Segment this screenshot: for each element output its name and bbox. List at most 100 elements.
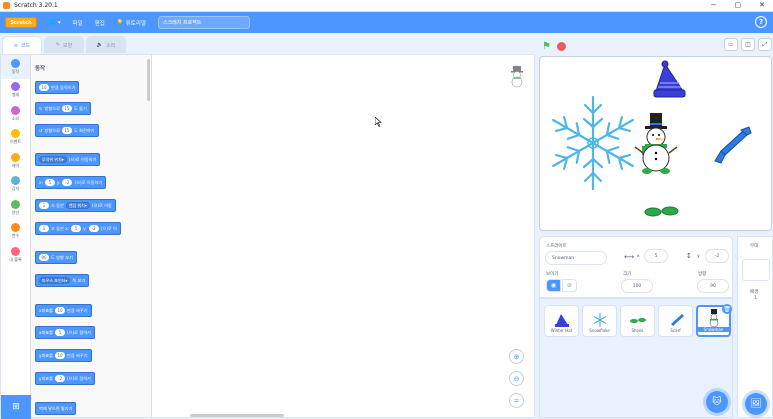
direction-input[interactable]: 90 xyxy=(697,279,729,293)
zoom-out-button[interactable]: ⊖ xyxy=(509,371,524,386)
block-set-y[interactable]: y좌표를 -2 (으)로 정하기 xyxy=(35,372,95,385)
brush-icon: ✎ xyxy=(55,42,60,48)
small-stage-button[interactable]: ▭ xyxy=(724,38,738,51)
close-button[interactable]: ✕ xyxy=(759,1,765,9)
category-dot xyxy=(11,176,20,186)
block-glide-to[interactable]: 1초 동안 랜덤 위치 ▾ (으)로 이동 xyxy=(35,199,116,212)
goto-target-dropdown[interactable]: 무작위 위치 ▾ xyxy=(39,156,67,163)
block-move-steps[interactable]: 10 만큼 움직이기 xyxy=(35,81,80,94)
language-menu[interactable]: 🌐 ▾ xyxy=(49,20,61,26)
y-set-input[interactable]: -2 xyxy=(55,375,66,382)
block-set-x[interactable]: x좌표를 5 (으)로 정하기 xyxy=(35,326,95,339)
sprite-info-panel: 스프라이트 Snowman ⟷ x 5 ↕ y -2 보이기 ◉ ⊘ 크기 10… xyxy=(539,236,733,298)
glide-target-dropdown[interactable]: 랜덤 위치 ▾ xyxy=(65,202,90,209)
sprite-tile-snowflake[interactable]: Snowflake xyxy=(582,305,617,337)
x-input[interactable]: 5 xyxy=(44,179,55,186)
sprite-tile-winter-hat[interactable]: Winter Hat xyxy=(544,305,579,337)
category-dot xyxy=(11,223,20,233)
zoom-reset-button[interactable]: = xyxy=(509,393,524,408)
script-area[interactable]: ⊕ ⊖ = xyxy=(153,55,536,417)
category-events[interactable]: 이벤트 xyxy=(1,126,30,150)
edit-menu[interactable]: 편집 xyxy=(95,19,105,27)
menu-bar: Scratch 🌐 ▾ 파일 편집 💡 튜토리얼 스크래치 프로젝트 ? xyxy=(0,12,773,33)
category-motion[interactable]: 동작 xyxy=(1,55,30,79)
snowman-thumb-icon xyxy=(709,309,718,327)
block-turn-right[interactable]: ↻ 방향으로 15 도 돌기 xyxy=(35,102,91,115)
category-sound[interactable]: 소리 xyxy=(1,102,30,126)
tutorials-menu[interactable]: 💡 튜토리얼 xyxy=(117,19,146,27)
y-position-input[interactable]: -2 xyxy=(705,249,729,263)
hide-sprite-button[interactable]: ⊘ xyxy=(562,279,577,292)
sprite-tile-snowman[interactable]: 🗑 Snowman xyxy=(696,304,732,337)
x-label: x xyxy=(637,254,640,259)
stage-canvas[interactable] xyxy=(539,56,772,231)
x-position-input[interactable]: 5 xyxy=(644,249,668,263)
tab-sounds[interactable]: 🔈 소리 xyxy=(86,36,126,53)
equals-icon: = xyxy=(513,396,520,405)
category-dot xyxy=(11,199,20,209)
add-extension-button[interactable]: ⊞ xyxy=(1,395,31,419)
degrees-input[interactable]: 15 xyxy=(61,127,72,134)
category-operators[interactable]: 연산 xyxy=(1,196,30,220)
fullscreen-button[interactable]: ⤢ xyxy=(758,38,772,51)
seconds-input[interactable]: 1 xyxy=(39,225,49,232)
x-set-input[interactable]: 5 xyxy=(55,329,66,336)
snowflake-thumb-icon xyxy=(593,313,606,327)
minimize-button[interactable]: − xyxy=(711,1,717,9)
category-dot xyxy=(11,152,20,162)
block-go-to-xy[interactable]: x: 5 y: -2 (으)로 이동하기 xyxy=(35,176,107,189)
direction-input[interactable]: 90 xyxy=(39,254,49,261)
sprite-name-input[interactable]: Snowman xyxy=(545,251,607,265)
file-menu[interactable]: 파일 xyxy=(73,19,83,27)
delete-sprite-button[interactable]: 🗑 xyxy=(722,304,732,314)
block-turn-left[interactable]: ↺ 방향으로 15 도 회전하기 xyxy=(35,124,99,137)
category-variables[interactable]: 변수 xyxy=(1,220,30,244)
add-sprite-button[interactable]: 🐱 xyxy=(706,391,728,413)
show-sprite-button[interactable]: ◉ xyxy=(546,279,561,292)
degrees-input[interactable]: 15 xyxy=(61,105,72,112)
block-go-to[interactable]: 무작위 위치 ▾ (으)로 이동하기 xyxy=(35,153,101,166)
towards-dropdown[interactable]: 마우스 포인터 ▾ xyxy=(39,277,71,284)
help-icon[interactable]: ? xyxy=(755,16,767,28)
block-point-direction[interactable]: 90 도 방향 보기 xyxy=(35,251,77,264)
y-input[interactable]: -2 xyxy=(88,225,99,232)
large-stage-button[interactable]: ◫ xyxy=(741,38,755,51)
y-change-input[interactable]: 10 xyxy=(55,352,66,359)
block-bounce[interactable]: 벽에 닿으면 튕기기 xyxy=(35,402,77,415)
sprite-tile-shoes[interactable]: Shoes xyxy=(620,305,655,337)
category-my-blocks[interactable]: 내 블록 xyxy=(1,243,30,267)
x-input[interactable]: 5 xyxy=(71,225,82,232)
project-title-input[interactable]: 스크래치 프로젝트 xyxy=(157,16,250,29)
backdrop-icon: 🖼 xyxy=(750,399,762,409)
tab-code[interactable]: ≡ 코드 xyxy=(2,36,42,54)
stop-icon[interactable] xyxy=(556,41,566,51)
sprite-tile-scarf[interactable]: Scarf xyxy=(658,305,693,337)
block-text: 만큼 바꾸기 xyxy=(67,352,88,358)
globe-icon: 🌐 xyxy=(49,19,56,26)
block-point-towards[interactable]: 마우스 포인터 ▾ 쪽 보기 xyxy=(35,274,90,287)
size-input[interactable]: 100 xyxy=(621,279,653,293)
block-text: 초 동안 xyxy=(51,202,64,208)
maximize-button[interactable]: ▢ xyxy=(735,1,742,9)
steps-input[interactable]: 10 xyxy=(39,84,49,91)
add-backdrop-button[interactable]: 🖼 xyxy=(745,393,767,415)
category-control[interactable]: 제어 xyxy=(1,149,30,173)
category-sensing[interactable]: 감지 xyxy=(1,173,30,197)
trash-icon: 🗑 xyxy=(723,305,731,313)
category-looks[interactable]: 형태 xyxy=(1,79,30,103)
stage-thumbnail[interactable] xyxy=(742,259,770,281)
script-area-scrollbar[interactable] xyxy=(190,414,284,417)
y-input[interactable]: -2 xyxy=(62,179,73,186)
zoom-in-button[interactable]: ⊕ xyxy=(509,349,524,364)
palette-scrollbar[interactable] xyxy=(147,59,150,101)
block-change-y[interactable]: y좌표를 10 만큼 바꾸기 xyxy=(35,349,92,362)
code-icon: ≡ xyxy=(13,42,18,49)
block-change-x[interactable]: x좌표를 10 만큼 바꾸기 xyxy=(35,304,92,317)
green-flag-icon[interactable]: ⚑ xyxy=(542,41,551,52)
tab-costumes[interactable]: ✎ 모양 xyxy=(44,36,84,53)
seconds-input[interactable]: 1 xyxy=(39,202,49,209)
x-change-input[interactable]: 10 xyxy=(55,307,66,314)
tab-code-label: 코드 xyxy=(21,43,31,49)
scratch-logo[interactable]: Scratch xyxy=(5,17,37,28)
block-glide-xy[interactable]: 1초 동안 x: 5 y: -2 (으)로 이 xyxy=(35,222,121,235)
